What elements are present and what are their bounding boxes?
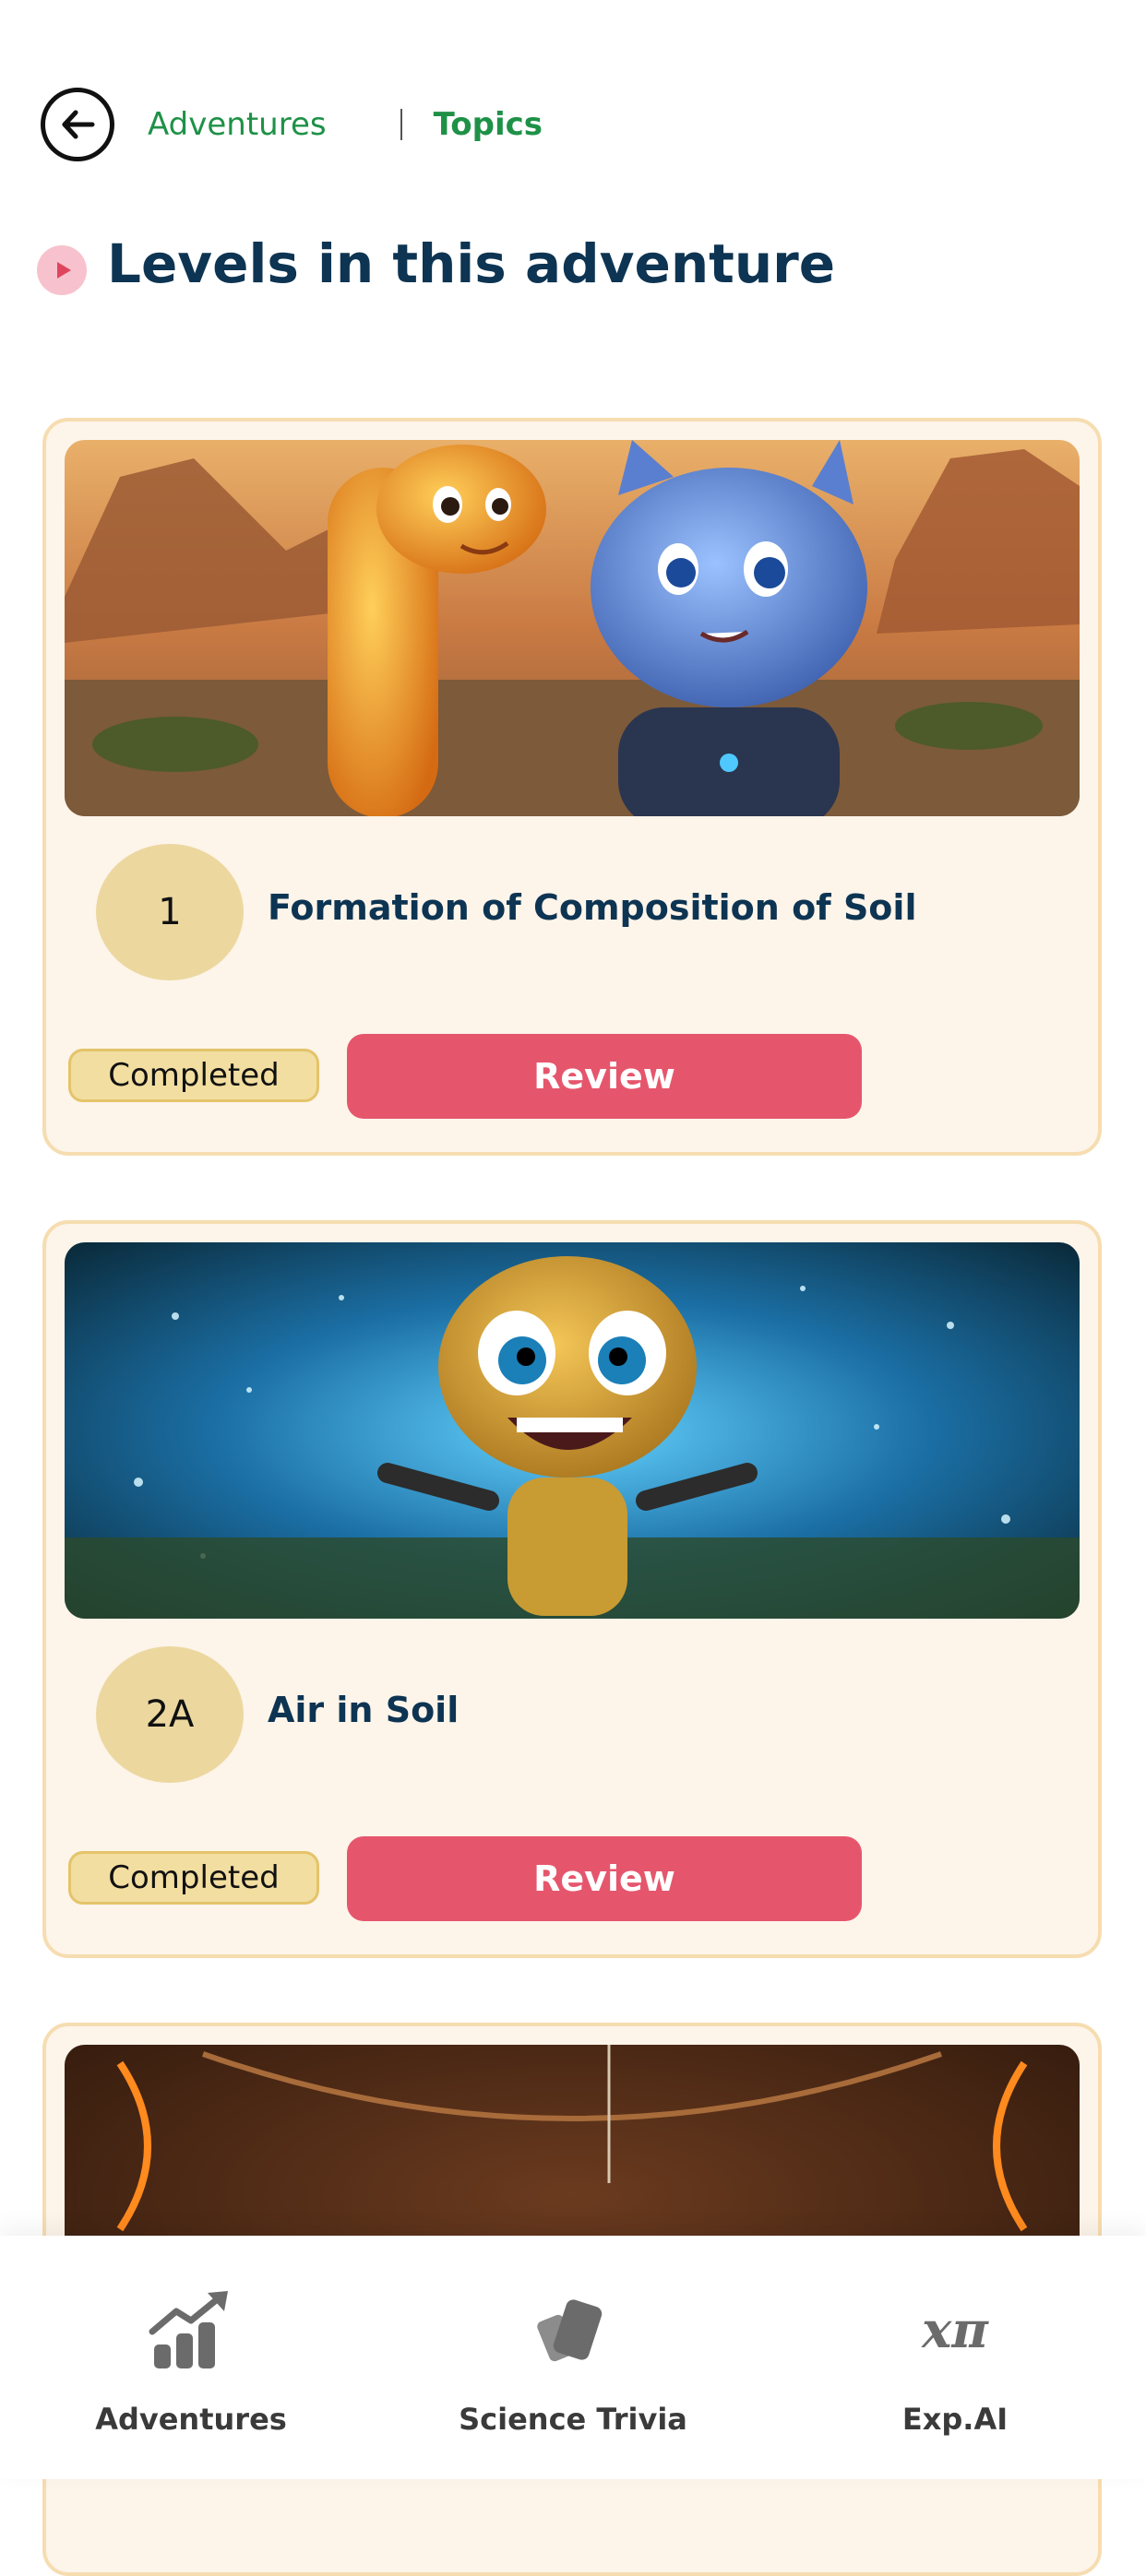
level-number-badge: 1 <box>96 844 244 980</box>
review-button[interactable]: Review <box>347 1836 862 1921</box>
nav-item-science-trivia[interactable]: Science Trivia <box>382 2236 764 2479</box>
nav-item-exp-ai[interactable]: xπ Exp.AI <box>764 2236 1146 2479</box>
breadcrumb-adventures[interactable]: Adventures <box>148 106 327 143</box>
level-card[interactable]: 1 Formation of Composition of Soil Compl… <box>42 418 1102 1156</box>
arrow-left-icon <box>62 110 95 139</box>
back-button[interactable] <box>41 88 114 161</box>
status-badge: Completed <box>68 1851 319 1905</box>
nav-label-exp-ai: Exp.AI <box>901 2402 1009 2437</box>
level-illustration-sparkles <box>65 1242 1080 1619</box>
top-header: Adventures Topics <box>41 83 1105 166</box>
play-dot-icon <box>37 245 87 295</box>
level-number-badge: 2A <box>96 1646 244 1783</box>
cards-icon <box>537 2299 603 2362</box>
nav-item-adventures[interactable]: Adventures <box>0 2236 382 2479</box>
breadcrumb-topics[interactable]: Topics <box>434 106 543 143</box>
level-illustration-desert <box>65 440 1080 816</box>
review-button[interactable]: Review <box>347 1034 862 1119</box>
bottom-navigation: Adventures Science Trivia xπ Exp.AI <box>0 2236 1146 2479</box>
level-title: Air in Soil <box>268 1690 460 1730</box>
chart-growth-icon <box>149 2291 228 2368</box>
level-title: Formation of Composition of Soil <box>268 887 917 928</box>
page-title-row: Levels in this adventure <box>37 232 835 295</box>
status-badge: Completed <box>68 1049 319 1102</box>
page-title: Levels in this adventure <box>107 232 836 295</box>
nav-label-adventures: Adventures <box>95 2402 287 2437</box>
breadcrumb-separator <box>400 109 402 140</box>
nav-label-science-trivia: Science Trivia <box>459 2402 687 2437</box>
x-pi-icon: xπ <box>922 2300 988 2359</box>
level-card[interactable]: 2A Air in Soil Completed Review <box>42 1220 1102 1958</box>
